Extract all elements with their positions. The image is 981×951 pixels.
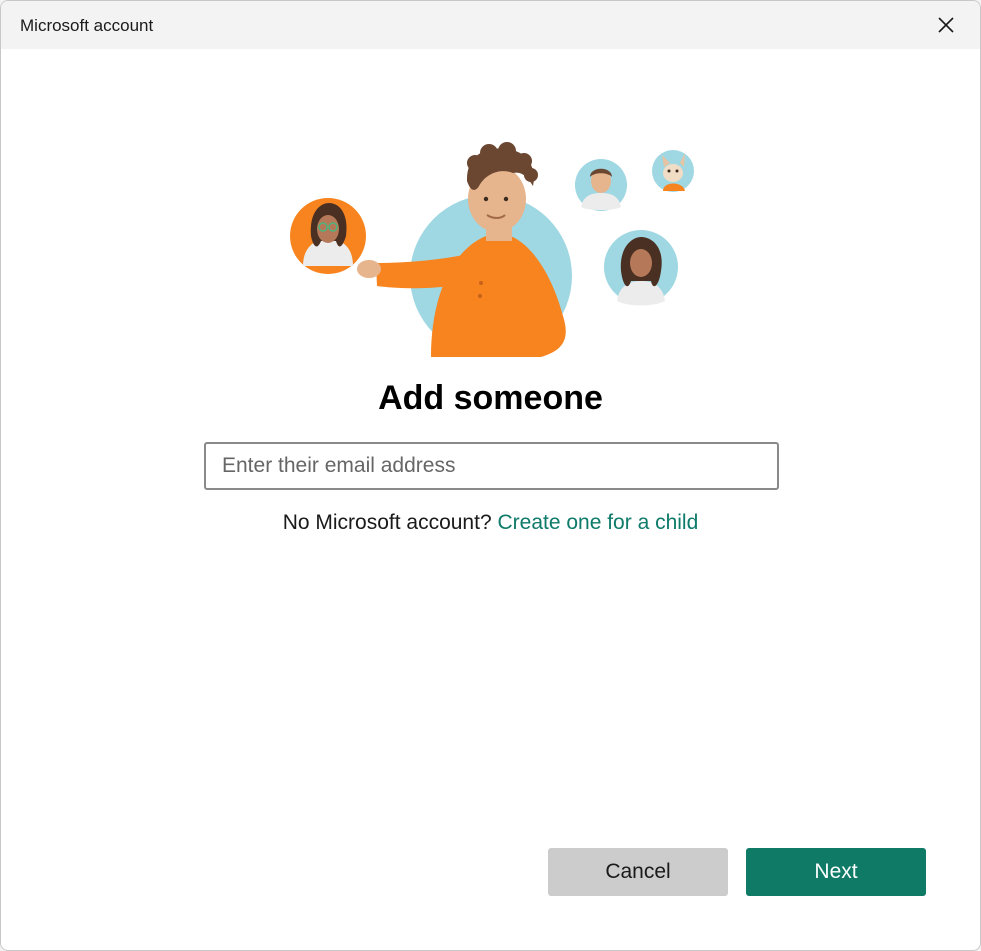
no-account-row: No Microsoft account? Create one for a c… — [1, 511, 980, 535]
people-illustration — [290, 142, 694, 357]
avatar-man — [575, 159, 627, 211]
close-icon — [938, 17, 954, 33]
next-button[interactable]: Next — [746, 848, 926, 896]
avatar-woman-glasses — [290, 198, 366, 274]
avatar-woman — [604, 230, 678, 306]
microsoft-account-dialog: Microsoft account Add someone Enter thei… — [0, 0, 981, 951]
cancel-button[interactable]: Cancel — [548, 848, 728, 896]
title-bar: Microsoft account — [1, 1, 980, 49]
avatar-dog — [652, 150, 694, 192]
create-child-account-link[interactable]: Create one for a child — [497, 511, 698, 534]
email-input[interactable] — [204, 442, 779, 490]
page-title: Add someone — [378, 379, 603, 417]
close-button[interactable] — [930, 11, 962, 39]
window-title: Microsoft account — [20, 16, 154, 35]
no-account-text: No Microsoft account? — [282, 511, 492, 534]
